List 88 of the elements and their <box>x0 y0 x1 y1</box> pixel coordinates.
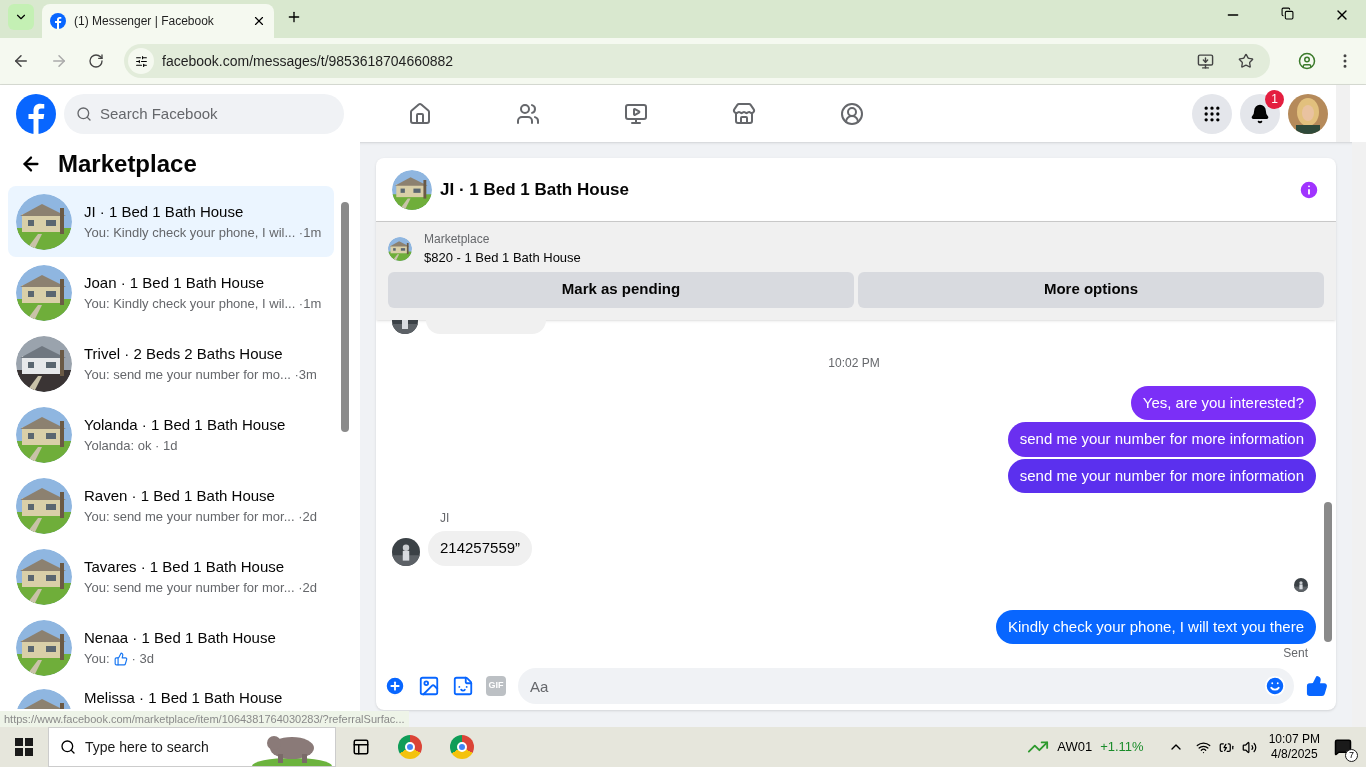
conversation-name: Trivel · 2 Beds 2 Baths House <box>84 343 284 364</box>
action-button[interactable]: More options <box>858 271 1324 308</box>
conversation-name: Yolanda · 1 Bed 1 Bath House <box>84 414 286 435</box>
add-icon[interactable] <box>384 675 406 697</box>
chat-title: JI · 1 Bed 1 Bath House <box>440 178 630 201</box>
conversation-item[interactable]: Yolanda · 1 Bed 1 Bath House Yolanda: ok · 1d <box>8 399 334 470</box>
thumbs-up-icon <box>113 651 128 666</box>
conversation-item[interactable]: Trivel · 2 Beds 2 Baths House You: send me your number for mo... ·3m <box>8 328 334 399</box>
groups-icon[interactable] <box>840 101 864 126</box>
message-preview: You: <box>84 650 110 668</box>
outgoing-message: Kindly check your phone, I will text you there <box>996 609 1316 644</box>
clock-time: 10:07 PM <box>1268 732 1320 747</box>
photo-icon[interactable] <box>418 675 440 697</box>
tab-title: (1) Messenger | Facebook <box>74 13 215 30</box>
video-icon[interactable] <box>624 101 648 126</box>
profile-icon[interactable] <box>1298 52 1316 70</box>
message-preview: You: Kindly check your phone, I wil... ·1m <box>84 224 322 242</box>
stock-name: AW01 <box>1057 738 1093 757</box>
scrollbar[interactable] <box>1336 85 1350 142</box>
windows-logo-icon[interactable] <box>15 738 33 756</box>
search-icon <box>60 739 76 755</box>
sent-status: Sent <box>1283 645 1308 662</box>
stock-change: +1.11% <box>1100 738 1144 757</box>
conversation-name: JI · 1 Bed 1 Bath House <box>84 201 245 222</box>
info-icon[interactable] <box>1298 178 1320 201</box>
conversation-name: Tavares · 1 Bed 1 Bath House <box>84 556 286 577</box>
message-preview: You: send me your number for mo... ·3m <box>84 366 317 384</box>
conversation-item[interactable]: Joan · 1 Bed 1 Bath House You: Kindly check your phone, I wil... ·1m <box>8 257 334 328</box>
back-icon[interactable] <box>12 52 30 70</box>
action-button[interactable]: Mark as pending <box>388 271 854 308</box>
notification-center-button[interactable]: 7 <box>1332 736 1354 758</box>
bell-icon <box>1250 103 1270 124</box>
emoji-icon[interactable] <box>1264 675 1286 697</box>
conversation-item[interactable]: Raven · 1 Bed 1 Bath House You: send me your number for mor... ·2d <box>8 470 334 541</box>
timestamp: 10:02 PM <box>828 354 880 372</box>
facebook-logo-icon[interactable] <box>16 93 56 134</box>
conversation-name: Melissa · 1 Bed 1 Bath House <box>84 688 283 708</box>
home-icon[interactable] <box>408 101 432 126</box>
message-field[interactable]: Aa <box>518 668 1294 704</box>
conversation-item[interactable]: Tavares · 1 Bed 1 Bath House You: send me your number for mor... ·2d <box>8 541 334 612</box>
conversation-name: Nenaa · 1 Bed 1 Bath House <box>84 627 276 648</box>
clock-date: 4/8/2025 <box>1270 747 1318 762</box>
chrome-taskbar-icon[interactable] <box>450 735 474 759</box>
browser-tab[interactable]: (1) Messenger | Facebook <box>42 4 274 38</box>
profile-avatar[interactable] <box>1288 93 1328 134</box>
tab-list-button[interactable] <box>8 4 34 30</box>
marketplace-icon[interactable] <box>732 101 756 126</box>
new-tab-icon[interactable] <box>286 9 302 25</box>
message-preview: Yolanda: ok · 1d <box>84 437 179 455</box>
message-preview: You: Kindly check your phone, I wil... ·1m <box>84 295 322 313</box>
message-preview: You: send me your number for mor... ·2d <box>84 579 317 597</box>
listing-label: Marketplace <box>424 231 491 248</box>
notification-badge: 1 <box>1265 89 1284 109</box>
url-text: facebook.com/messages/t/9853618704660882 <box>162 51 455 71</box>
chrome-taskbar-icon[interactable] <box>398 735 422 759</box>
notification-count: 7 <box>1345 749 1358 762</box>
scrollbar[interactable] <box>1352 142 1366 727</box>
outgoing-message: Yes, are you interested? <box>1130 385 1316 420</box>
wifi-icon[interactable] <box>1195 739 1211 755</box>
bookmark-star-icon[interactable] <box>1238 53 1254 69</box>
address-bar[interactable]: facebook.com/messages/t/9853618704660882 <box>124 44 1270 78</box>
restore-icon[interactable] <box>1281 7 1294 20</box>
link-preview: https://www.facebook.com/marketplace/item/1064381764030283/?referralSurfac... <box>0 711 409 727</box>
outgoing-message: send me your number for more information <box>1007 422 1316 457</box>
volume-icon[interactable] <box>1241 739 1257 755</box>
facebook-logo-icon <box>50 13 66 29</box>
menu-button[interactable] <box>1192 93 1232 134</box>
like-icon[interactable] <box>1306 675 1328 697</box>
outgoing-message: send me your number for more information <box>1007 458 1316 493</box>
message-time: · 3d <box>131 650 154 668</box>
sender-name: JI <box>440 511 450 525</box>
reload-icon[interactable] <box>88 53 104 69</box>
search-field[interactable]: Search Facebook <box>64 93 344 134</box>
sidebar-title: Marketplace <box>58 149 197 179</box>
message-preview: You: send me your number for mor... ·2d <box>84 508 317 526</box>
install-icon[interactable] <box>1197 52 1214 70</box>
sticker-icon[interactable] <box>452 675 474 697</box>
task-view-icon[interactable] <box>352 738 370 756</box>
conversation-name: Raven · 1 Bed 1 Bath House <box>84 485 276 506</box>
conversation-item[interactable]: Nenaa · 1 Bed 1 Bath House You: · 3d <box>8 612 334 683</box>
listing-title: $820 - 1 Bed 1 Bath House <box>424 249 581 267</box>
site-settings-icon[interactable] <box>134 54 148 68</box>
friends-icon[interactable] <box>516 101 540 126</box>
conversation-name: Joan · 1 Bed 1 Bath House <box>84 272 266 293</box>
close-icon[interactable] <box>252 14 266 28</box>
incoming-message: 214257559” <box>428 531 533 566</box>
conversation-item[interactable]: JI · 1 Bed 1 Bath House You: Kindly check your phone, I wil... ·1m <box>8 186 334 257</box>
search-icon <box>76 105 92 122</box>
